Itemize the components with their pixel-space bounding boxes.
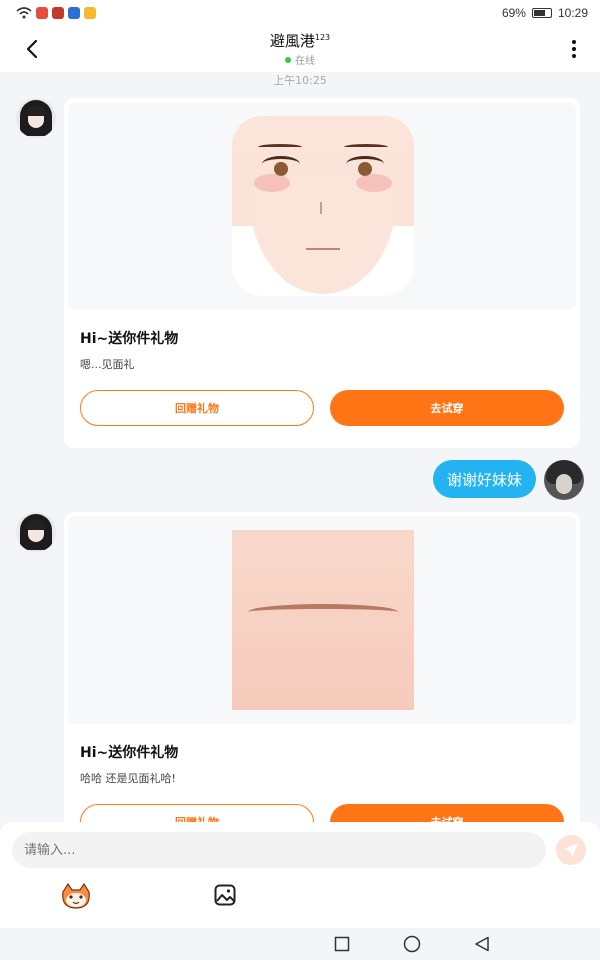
app-notification-icon [52, 7, 64, 19]
gift-title: Hi~送你件礼物 [80, 331, 179, 347]
more-icon [572, 40, 576, 58]
input-bar [0, 822, 600, 928]
return-gift-button[interactable]: 回赠礼物 [80, 804, 314, 822]
my-avatar[interactable] [544, 460, 584, 500]
back-icon [26, 39, 38, 59]
status-bar: 69% 10:29 [0, 0, 600, 26]
face-makeup-image [232, 116, 414, 296]
try-on-button[interactable]: 去试穿 [330, 390, 564, 426]
wifi-icon [16, 7, 32, 19]
message-input[interactable] [12, 832, 546, 868]
gift-card[interactable]: Hi~送你件礼物 哈哈 还是见面礼哈! 回赠礼物 去试穿 [64, 512, 580, 822]
gift-subtitle: 嗯...见面礼 [80, 358, 135, 371]
gift-image[interactable] [68, 516, 576, 724]
contact-name: 避風港123 [269, 32, 331, 50]
home-button[interactable] [402, 934, 422, 954]
send-button[interactable] [556, 835, 586, 865]
emoji-icon [62, 882, 90, 909]
online-status: 在线 [200, 52, 400, 67]
image-icon [214, 884, 236, 906]
square-nav-icon [334, 936, 350, 952]
emoji-button[interactable] [60, 882, 92, 910]
app-notification-icon [84, 7, 96, 19]
return-gift-button[interactable]: 回赠礼物 [80, 390, 314, 426]
battery-percent: 69% [501, 6, 526, 20]
gift-card[interactable]: Hi~送你件礼物 嗯...见面礼 回赠礼物 去试穿 [64, 98, 580, 448]
status-icons [16, 7, 96, 19]
send-icon [564, 843, 578, 857]
battery-icon [531, 8, 552, 18]
more-button[interactable] [560, 35, 588, 63]
app-notification-icon [36, 7, 48, 19]
system-back-button[interactable] [472, 934, 492, 954]
triangle-nav-icon [475, 936, 489, 952]
back-button[interactable] [18, 35, 46, 63]
chat-area[interactable]: 上午10:25 Hi~送你件礼物 嗯...见面礼 回赠礼物 去试穿 谢谢好妹妹 … [0, 72, 600, 822]
circle-nav-icon [403, 935, 421, 953]
chat-header: 避風港123 在线 [0, 26, 600, 72]
clock: 10:29 [557, 6, 588, 20]
app-notification-icon [68, 7, 80, 19]
system-nav-bar [0, 928, 600, 960]
gift-image[interactable] [68, 102, 576, 310]
gift-title: Hi~送你件礼物 [80, 745, 179, 761]
online-dot [285, 56, 291, 63]
gift-subtitle: 哈哈 还是见面礼哈! [80, 772, 176, 785]
my-message-bubble[interactable]: 谢谢好妹妹 [432, 460, 536, 498]
try-on-button[interactable]: 去试穿 [330, 804, 564, 822]
eyebrow-makeup-image [232, 530, 414, 710]
contact-avatar[interactable] [16, 98, 56, 138]
message-timestamp: 上午10:25 [273, 74, 327, 87]
recent-apps-button[interactable] [332, 934, 352, 954]
contact-avatar[interactable] [16, 512, 56, 552]
image-button[interactable] [212, 882, 238, 908]
contact-level: 123 [314, 33, 331, 42]
contact-info: 避風港123 在线 [200, 30, 400, 67]
